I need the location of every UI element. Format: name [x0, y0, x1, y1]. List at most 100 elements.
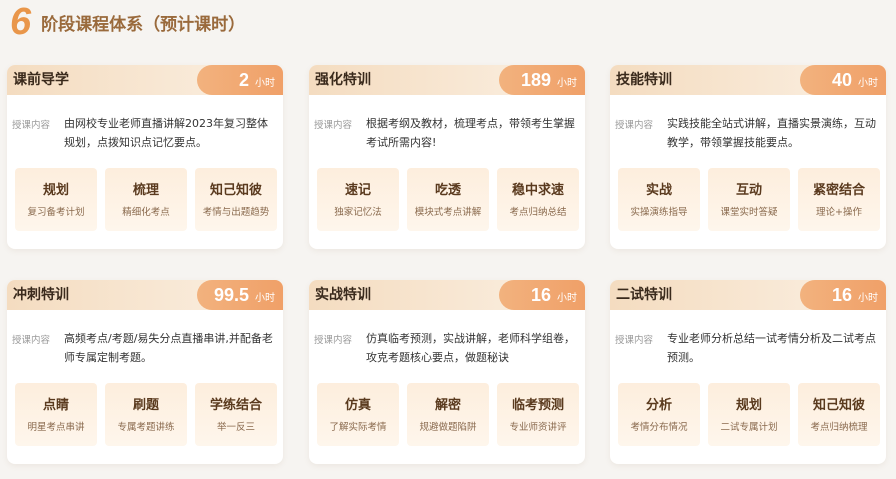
feature-title: 规划	[735, 397, 762, 413]
feature-title: 速记	[344, 182, 371, 198]
feature-subtitle: 模块式考点讲解	[414, 206, 482, 218]
feature-tile: 稳中求速考点归纳总结	[497, 168, 579, 231]
hours-value: 2	[238, 70, 249, 90]
feature-title: 稳中求速	[511, 182, 564, 198]
feature-subtitle: 实操演练指导	[630, 206, 688, 218]
feature-title: 临考预测	[511, 397, 564, 413]
feature-list: 规划 复习备考计划 梳理 精细化考点 知己知彼 考情与出题趋势	[15, 168, 277, 231]
feature-title: 吃透	[434, 182, 461, 198]
desc-text: 实践技能全站式讲解，直播实景演练，互动教学，带领掌握技能要点。	[667, 117, 876, 149]
feature-tile: 实战 实操演练指导	[618, 168, 700, 231]
card-header: 冲刺特训 99.5 小时	[7, 280, 283, 310]
desc-text: 专业老师分析总结一试考情分析及二试考点预测。	[667, 332, 876, 364]
card-title: 技能特训	[616, 72, 672, 88]
feature-list: 仿真了解实际考情 解密规避做题陷阱 临考预测专业师资讲评	[317, 383, 579, 446]
desc-label: 授课内容	[615, 120, 654, 131]
card-title: 冲刺特训	[13, 287, 69, 303]
feature-tile: 学练结合 举一反三	[195, 383, 277, 446]
card-title: 强化特训	[315, 72, 371, 88]
feature-title: 分析	[645, 397, 672, 413]
desc-label: 授课内容	[314, 120, 353, 131]
card-header: 强化特训 189 小时	[309, 65, 585, 95]
hours-badge: 16 小时	[499, 280, 585, 310]
hours-badge: 16 小时	[800, 280, 886, 310]
hours-badge: 40 小时	[800, 65, 886, 95]
section-number: 6	[10, 1, 32, 43]
feature-list: 分析考情分布情况 规划二试专属计划 知己知彼考点归纳梳理	[618, 383, 880, 446]
feature-title: 规划	[42, 182, 69, 198]
hours-unit: 小时	[255, 293, 275, 304]
feature-subtitle: 考情与出题趋势	[202, 206, 270, 218]
feature-title: 仿真	[344, 397, 371, 413]
feature-tile: 紧密结合 理论+操作	[798, 168, 880, 231]
feature-subtitle: 举一反三	[216, 421, 255, 433]
hours-unit: 小时	[255, 78, 275, 89]
feature-subtitle: 考情分布情况	[630, 421, 688, 433]
feature-tile: 知己知彼考情与出题趋势	[195, 168, 277, 231]
desc-text: 仿真临考预测，实战讲解，老师科学组卷，攻克考题核心要点，做题秘诀	[366, 332, 575, 364]
feature-list: 速记独家记忆法 吃透模块式考点讲解 稳中求速考点归纳总结	[317, 168, 579, 231]
desc-label: 授课内容	[314, 335, 353, 346]
feature-tile: 点睛 明星考点串讲	[15, 383, 97, 446]
hours-badge: 99.5 小时	[197, 280, 283, 310]
hours-badge: 2 小时	[197, 65, 283, 95]
feature-tile: 分析 考情分布情况	[618, 383, 700, 446]
feature-tile: 刷题 专属考题讲练	[105, 383, 187, 446]
desc-label: 授课内容	[12, 120, 51, 131]
feature-title: 刷题	[132, 397, 159, 413]
card-header: 实战特训 16 小时	[309, 280, 585, 310]
feature-tile: 梳理 精细化考点	[105, 168, 187, 231]
card-header: 二试特训 16 小时	[610, 280, 886, 310]
feature-tile: 吃透 模块式考点讲解	[407, 168, 489, 231]
feature-tile: 解密 规避做题陷阱	[407, 383, 489, 446]
hours-badge: 189 小时	[499, 65, 585, 95]
feature-list: 点睛明星考点串讲 刷题专属考题讲练 学练结合 举一反三	[15, 383, 277, 446]
feature-title: 实战	[645, 182, 672, 198]
card-title: 课前导学	[13, 72, 69, 88]
feature-subtitle: 考点归纳总结	[509, 206, 567, 218]
hours-value: 40	[831, 70, 852, 90]
feature-subtitle: 独家记忆法	[334, 206, 382, 218]
course-card-second-exam: 二试特训 16 小时 授课内容 专业老师分析总结一试考情分析及二试考点预测。 分…	[610, 280, 886, 464]
section-title: 阶段课程体系（预计课时）	[41, 14, 246, 35]
hours-unit: 小时	[858, 78, 878, 89]
feature-title: 梳理	[132, 182, 159, 198]
hours-value: 99.5	[213, 285, 249, 305]
desc-label: 授课内容	[12, 335, 51, 346]
desc-text: 根据考纲及教材，梳理考点，带领考生掌握考试所需内容!	[366, 117, 575, 149]
desc-label: 授课内容	[615, 335, 654, 346]
card-header: 课前导学 2 小时	[7, 65, 283, 95]
card-title: 二试特训	[616, 287, 672, 303]
feature-subtitle: 精细化考点	[122, 206, 170, 218]
feature-tile: 临考预测专业师资讲评	[497, 383, 579, 446]
feature-subtitle: 了解实际考情	[329, 421, 387, 433]
feature-subtitle: 专业师资讲评	[509, 421, 567, 433]
course-card-intensive: 强化特训 189 小时 授课内容 根据考纲及教材，梳理考点，带领考生掌握考试所需…	[309, 65, 585, 249]
course-card-pre-study: 课前导学 2 小时 授课内容 由网校专业老师直播讲解2023年复习整体规划，点拨…	[7, 65, 283, 249]
feature-subtitle: 课堂实时答疑	[720, 206, 778, 218]
hours-unit: 小时	[557, 78, 577, 89]
hours-unit: 小时	[858, 293, 878, 304]
hours-unit: 小时	[557, 293, 577, 304]
course-card-skills: 技能特训 40 小时 授课内容 实践技能全站式讲解，直播实景演练，互动教学，带领…	[610, 65, 886, 249]
feature-title: 解密	[434, 397, 461, 413]
feature-subtitle: 考点归纳梳理	[810, 421, 868, 433]
feature-tile: 仿真 了解实际考情	[317, 383, 399, 446]
hours-value: 16	[530, 285, 551, 305]
feature-title: 互动	[735, 182, 762, 198]
feature-subtitle: 理论+操作	[816, 206, 862, 218]
feature-title: 点睛	[42, 397, 69, 413]
desc-text: 高频考点/考题/易失分点直播串讲,并配备老师专属定制考题。	[64, 332, 273, 364]
feature-subtitle: 规避做题陷阱	[419, 421, 477, 433]
feature-tile: 互动 课堂实时答疑	[708, 168, 790, 231]
feature-tile: 规划 二试专属计划	[708, 383, 790, 446]
course-card-sprint: 冲刺特训 99.5 小时 授课内容 高频考点/考题/易失分点直播串讲,并配备老师…	[7, 280, 283, 464]
feature-title: 知己知彼	[209, 182, 262, 198]
feature-subtitle: 二试专属计划	[720, 421, 778, 433]
feature-title: 知己知彼	[812, 397, 865, 413]
feature-subtitle: 明星考点串讲	[27, 421, 85, 433]
card-header: 技能特训 40 小时	[610, 65, 886, 95]
section-header: 6 阶段课程体系（预计课时）	[10, 0, 245, 44]
feature-list: 实战实操演练指导 互动课堂实时答疑 紧密结合 理论+操作	[618, 168, 880, 231]
feature-subtitle: 专属考题讲练	[117, 421, 175, 433]
